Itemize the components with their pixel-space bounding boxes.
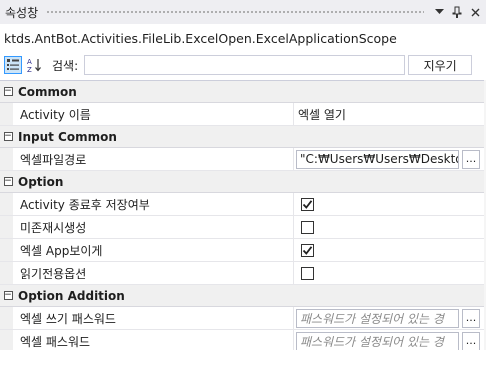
property-name[interactable]: 미존재시생성: [13, 216, 294, 238]
grid-empty-area: [0, 350, 486, 381]
property-row: Activity 종료후 저장여부: [0, 193, 484, 216]
row-gutter: [0, 148, 13, 170]
property-checkbox[interactable]: [301, 243, 314, 257]
collapse-icon[interactable]: −: [1, 289, 15, 303]
property-name[interactable]: Activity 이름: [13, 103, 294, 125]
title-grip[interactable]: [46, 9, 424, 15]
alphabetical-sort-icon[interactable]: A Z: [26, 56, 44, 74]
property-name[interactable]: 엑셀 쓰기 패스워드: [13, 307, 294, 329]
browse-button[interactable]: ...: [462, 308, 480, 328]
property-row: 엑셀 쓰기 패스워드 패스워드가 설정되어 있는 경...: [0, 307, 484, 330]
search-label: 검색:: [52, 58, 79, 73]
svg-text:Z: Z: [27, 66, 32, 73]
property-name[interactable]: 엑셀파일경로: [13, 148, 294, 170]
category-header[interactable]: − Option Addition: [0, 285, 484, 307]
row-gutter: [0, 330, 13, 352]
property-value[interactable]: [294, 216, 484, 238]
property-row: Activity 이름 엑셀 열기: [0, 103, 484, 126]
scope-name: ktds.AntBot.Activities.FileLib.ExcelOpen…: [0, 24, 486, 52]
property-value[interactable]: 엑셀 열기: [294, 103, 484, 125]
row-gutter: [0, 216, 13, 238]
clear-button[interactable]: 지우기: [408, 55, 473, 75]
property-value[interactable]: [294, 262, 484, 284]
properties-panel: 속성창 ktds.AntBot.Activities.FileLib.Excel…: [0, 0, 486, 381]
category-header[interactable]: − Input Common: [0, 126, 484, 148]
row-gutter: [0, 262, 13, 284]
property-name[interactable]: 엑셀 패스워드: [13, 330, 294, 352]
property-value[interactable]: 패스워드가 설정되어 있는 경...: [294, 307, 484, 329]
collapse-icon[interactable]: −: [1, 85, 15, 99]
pin-icon[interactable]: [450, 4, 464, 20]
category-label: Option: [18, 174, 64, 189]
property-input[interactable]: 패스워드가 설정되어 있는 경: [296, 331, 459, 351]
property-value[interactable]: "C:₩Users₩Users₩Desktop₩...: [294, 148, 484, 170]
title-bar: 속성창: [0, 0, 486, 24]
browse-button[interactable]: ...: [462, 149, 480, 169]
property-checkbox[interactable]: [301, 220, 314, 234]
category-label: Option Addition: [18, 288, 125, 303]
property-input[interactable]: 패스워드가 설정되어 있는 경: [296, 308, 459, 328]
category-header[interactable]: − Common: [0, 81, 484, 103]
categorized-icon[interactable]: [4, 56, 22, 74]
chevron-down-icon[interactable]: [432, 4, 446, 20]
close-icon[interactable]: [468, 4, 482, 20]
collapse-icon[interactable]: −: [1, 130, 15, 144]
search-input[interactable]: [84, 55, 406, 75]
property-value[interactable]: 패스워드가 설정되어 있는 경...: [294, 330, 484, 352]
property-grid: − Common Activity 이름 엑셀 열기 − Input Common 엑셀파일…: [0, 80, 484, 353]
property-name[interactable]: 엑셀 App보이게: [13, 239, 294, 261]
browse-button[interactable]: ...: [462, 331, 480, 351]
row-gutter: [0, 103, 13, 125]
property-input[interactable]: "C:₩Users₩Users₩Desktop₩: [296, 149, 459, 169]
property-checkbox[interactable]: [301, 197, 314, 211]
property-name[interactable]: Activity 종료후 저장여부: [13, 193, 294, 215]
property-value[interactable]: [294, 193, 484, 215]
property-row: 엑셀 App보이게: [0, 239, 484, 262]
property-checkbox[interactable]: [301, 266, 314, 280]
row-gutter: [0, 193, 13, 215]
property-value[interactable]: [294, 239, 484, 261]
panel-title: 속성창: [5, 5, 39, 20]
row-gutter: [0, 307, 13, 329]
category-header[interactable]: − Option: [0, 171, 484, 193]
category-label: Input Common: [18, 129, 117, 144]
toolbar: A Z 검색: 지우기: [0, 52, 486, 78]
collapse-icon[interactable]: −: [1, 175, 15, 189]
property-row: 미존재시생성: [0, 216, 484, 239]
row-gutter: [0, 239, 13, 261]
property-value-text[interactable]: 엑셀 열기: [296, 106, 346, 123]
property-row: 엑셀파일경로"C:₩Users₩Users₩Desktop₩...: [0, 148, 484, 171]
svg-text:A: A: [27, 58, 32, 66]
category-label: Common: [18, 84, 77, 99]
property-row: 읽기전용옵션: [0, 262, 484, 285]
property-name[interactable]: 읽기전용옵션: [13, 262, 294, 284]
